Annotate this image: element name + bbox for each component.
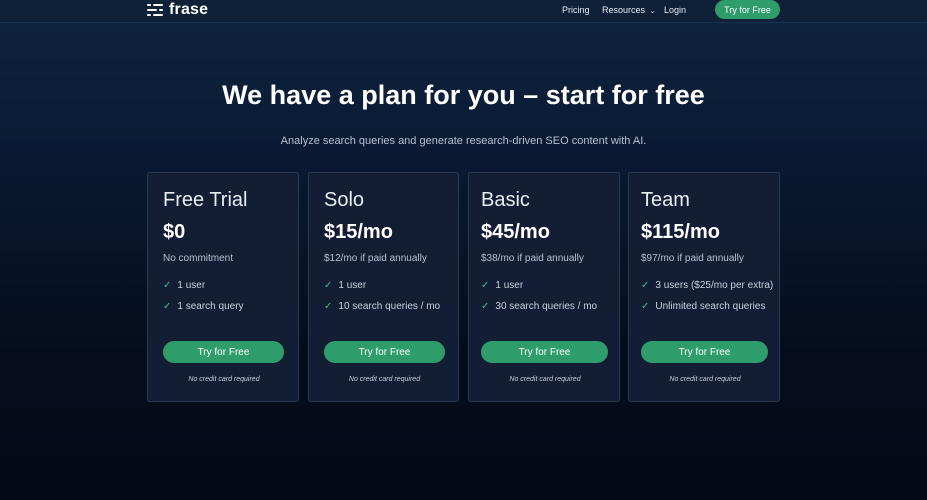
try-for-free-button[interactable]: Try for Free <box>641 341 768 363</box>
nav-link-login[interactable]: Login <box>664 5 686 15</box>
check-icon: ✓ <box>481 301 490 312</box>
plan-card-solo: Solo $15/mo $12/mo if paid annually ✓ 1 … <box>308 172 459 402</box>
plan-feature-label: 1 user <box>338 280 367 291</box>
plan-price: $0 <box>163 221 186 243</box>
plan-price: $115/mo <box>641 221 720 243</box>
nav-link-pricing[interactable]: Pricing <box>562 5 590 15</box>
nav-link-resources-label: Resources <box>602 5 646 15</box>
try-for-free-button[interactable]: Try for Free <box>324 341 445 363</box>
plan-feature: ✓ 30 search queries / mo <box>481 301 597 312</box>
plan-name: Basic <box>481 189 530 211</box>
plan-feature: ✓ 1 user <box>481 280 523 291</box>
no-credit-card-note: No credit card required <box>188 376 260 383</box>
try-for-free-button[interactable]: Try for Free <box>163 341 284 363</box>
plan-feature-label: 30 search queries / mo <box>495 301 598 312</box>
top-navbar: frase Pricing Resources ⌄ Login Try for … <box>0 0 927 23</box>
chevron-down-icon: ⌄ <box>649 8 656 15</box>
plan-price-note: No commitment <box>163 253 234 264</box>
page-title: We have a plan for you – start for free <box>222 80 705 110</box>
check-icon: ✓ <box>641 280 650 291</box>
frase-logo-icon <box>147 2 163 18</box>
check-icon: ✓ <box>163 301 172 312</box>
plan-price-note: $38/mo if paid annually <box>481 253 584 264</box>
nav-link-resources[interactable]: Resources ⌄ <box>602 5 655 15</box>
plan-name: Team <box>641 189 690 211</box>
plan-name: Free Trial <box>163 189 248 211</box>
plan-feature-label: 10 search queries / mo <box>338 301 441 312</box>
plan-feature-label: 1 search query <box>177 301 244 312</box>
check-icon: ✓ <box>163 280 172 291</box>
plan-feature: ✓ 10 search queries / mo <box>324 301 440 312</box>
nav-try-for-free-button[interactable]: Try for Free <box>715 0 780 19</box>
no-credit-card-note: No credit card required <box>348 376 421 383</box>
check-icon: ✓ <box>324 301 333 312</box>
plan-card-basic: Basic $45/mo $38/mo if paid annually ✓ 1… <box>468 172 620 402</box>
plan-price-note: $97/mo if paid annually <box>641 253 744 264</box>
plan-name: Solo <box>324 189 365 211</box>
plan-feature-label: 1 user <box>495 280 524 291</box>
plan-card-team: Team $115/mo $97/mo if paid annually ✓ 3… <box>628 172 780 402</box>
plan-feature: ✓ Unlimited search queries <box>641 301 765 312</box>
plan-feature: ✓ 1 user <box>163 280 205 291</box>
plan-feature-label: 1 user <box>177 280 206 291</box>
plan-price: $15/mo <box>324 221 393 243</box>
plan-feature: ✓ 3 users ($25/mo per extra) <box>641 280 773 291</box>
check-icon: ✓ <box>641 301 650 312</box>
page-subtitle: Analyze search queries and generate rese… <box>280 135 647 147</box>
check-icon: ✓ <box>324 280 333 291</box>
plan-feature: ✓ 1 search query <box>163 301 244 312</box>
plan-card-free-trial: Free Trial $0 No commitment ✓ 1 user ✓ 1… <box>147 172 299 402</box>
plan-feature: ✓ 1 user <box>324 280 366 291</box>
no-credit-card-note: No credit card required <box>509 376 581 383</box>
plan-price-note: $12/mo if paid annually <box>324 253 427 264</box>
no-credit-card-note: No credit card required <box>669 376 741 383</box>
plan-feature-label: Unlimited search queries <box>655 301 766 312</box>
brand-name: frase <box>169 1 209 18</box>
brand-logo[interactable]: frase <box>147 1 208 19</box>
try-for-free-button[interactable]: Try for Free <box>481 341 608 363</box>
check-icon: ✓ <box>481 280 490 291</box>
plan-feature-label: 3 users ($25/mo per extra) <box>655 280 774 291</box>
plan-price: $45/mo <box>481 221 550 243</box>
